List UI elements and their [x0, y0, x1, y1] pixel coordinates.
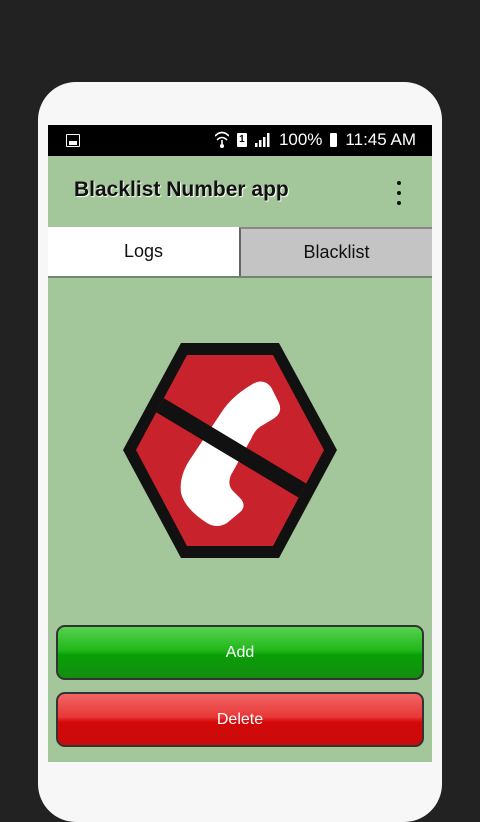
app-bar: Blacklist Number app	[48, 156, 432, 227]
signal-icon	[254, 133, 270, 147]
sim-icon: 1	[236, 133, 247, 147]
app-title: Blacklist Number app	[74, 178, 289, 201]
battery-icon	[330, 133, 338, 147]
clock: 11:45 AM	[345, 130, 416, 149]
tab-bar: Logs Blacklist	[48, 227, 432, 278]
tab-blacklist[interactable]: Blacklist	[239, 227, 432, 276]
blocked-phone-icon	[123, 343, 337, 558]
image-notification-icon	[66, 134, 80, 147]
add-button[interactable]: Add	[56, 625, 424, 680]
wifi-icon	[214, 131, 229, 148]
delete-button[interactable]: Delete	[56, 692, 424, 747]
overflow-menu-icon[interactable]	[396, 181, 402, 205]
battery-percent: 100%	[278, 130, 323, 149]
status-right: 1 100% 11:45 AM	[214, 130, 416, 150]
app-screen: 1 100% 11:45 AM Blacklist Number app Log…	[48, 125, 432, 762]
tab-logs[interactable]: Logs	[48, 227, 239, 276]
status-bar: 1 100% 11:45 AM	[48, 125, 432, 156]
